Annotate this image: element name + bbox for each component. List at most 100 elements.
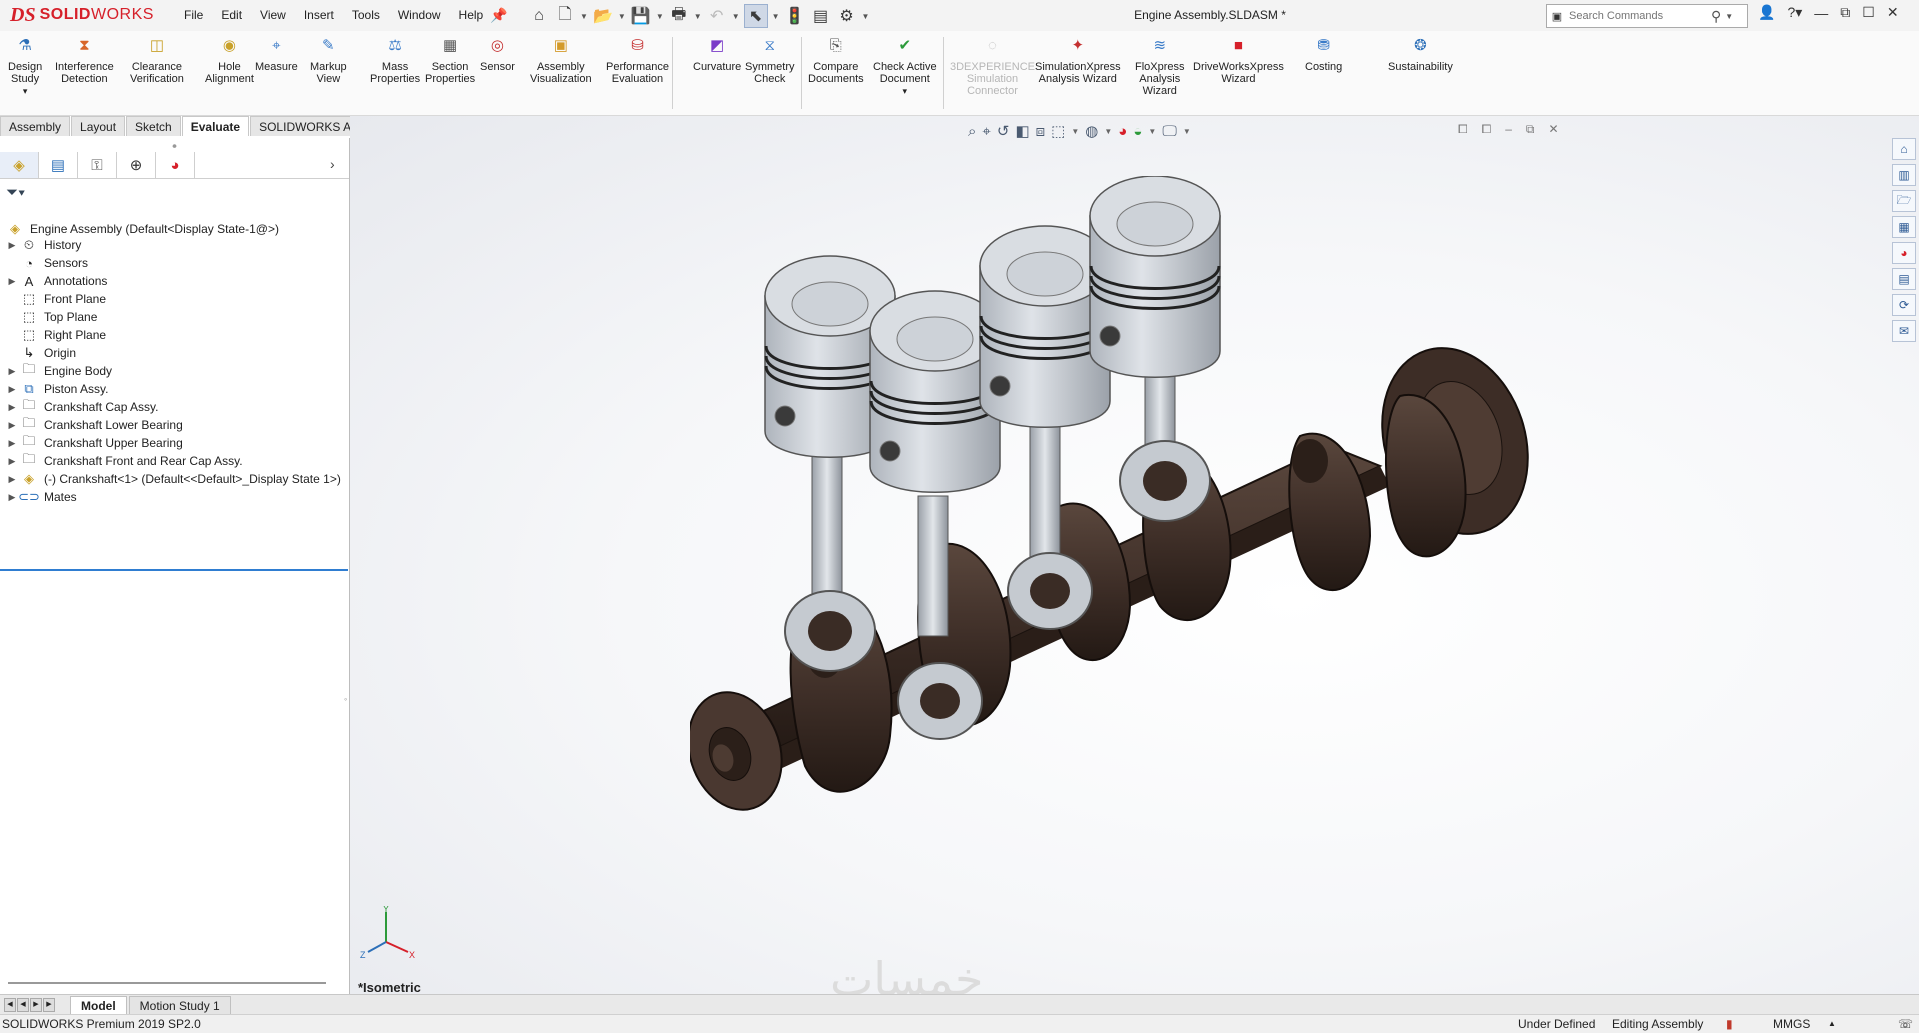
expand-arrow-icon[interactable]: ▶ — [6, 240, 18, 251]
zoom-to-fit-icon[interactable]: ⌕ — [968, 123, 976, 140]
quick-tips-icon[interactable]: ☏ — [1898, 1015, 1913, 1033]
tree-item[interactable]: ⬚ Right Plane — [6, 326, 106, 344]
driveworksxpress-button[interactable]: ■ DriveWorksXpress Wizard — [1193, 35, 1284, 85]
engine-assembly-model[interactable] — [690, 176, 1640, 896]
design-study-button[interactable]: ⚗ Design Study ▾ — [8, 35, 42, 97]
tree-scrollbar[interactable] — [8, 982, 326, 984]
zoom-to-area-icon[interactable]: ⌖ — [982, 123, 990, 140]
expand-arrow-icon[interactable]: ▶ — [6, 366, 18, 377]
simulationxpress-button[interactable]: ✦ SimulationXpress Analysis Wizard — [1035, 35, 1121, 85]
sustainability-button[interactable]: ❂ Sustainability — [1388, 35, 1453, 73]
view-settings-icon[interactable]: 🖵 — [1162, 123, 1176, 140]
expand-arrow-icon[interactable]: ▶ — [6, 474, 18, 485]
dimxpertmanager-icon[interactable]: ⊕ — [117, 152, 156, 178]
edit-appearance-icon[interactable]: ◒ — [1133, 123, 1142, 140]
expand-arrow-icon[interactable]: ▶ — [6, 420, 18, 431]
measure-button[interactable]: ⌖ Measure — [255, 35, 298, 73]
panel-resize-handle[interactable]: ◦ — [344, 694, 347, 704]
expand-panel-icon[interactable]: ⧠ — [1482, 122, 1492, 137]
expand-arrow-icon[interactable]: ▶ — [6, 438, 18, 449]
tab-sketch[interactable]: Sketch — [126, 116, 181, 136]
print-icon[interactable]: 🖶 — [668, 5, 690, 27]
expand-arrow-icon[interactable]: ▶ — [6, 384, 18, 395]
tree-item[interactable]: ▶ A Annotations — [6, 272, 108, 290]
select-caret-icon[interactable]: ▼ — [772, 12, 780, 21]
configurationmanager-icon[interactable]: ⚿ — [78, 152, 117, 178]
view-settings-caret-icon[interactable]: ▼ — [1183, 127, 1191, 136]
tab-layout[interactable]: Layout — [71, 116, 126, 136]
viewport-minimize-icon[interactable]: – — [1505, 122, 1512, 137]
options-caret-icon[interactable]: ▼ — [862, 12, 870, 21]
menu-tools[interactable]: Tools — [343, 0, 389, 31]
dropdown-caret-icon[interactable]: ▾ — [23, 85, 28, 97]
tree-item[interactable]: ↳ Origin — [6, 344, 76, 362]
design-library-icon[interactable]: ▥ — [1892, 164, 1916, 186]
tab-motion-study-1[interactable]: Motion Study 1 — [128, 996, 231, 1016]
view-palette-icon[interactable]: ▦ — [1892, 216, 1916, 238]
save-icon[interactable]: 💾 — [630, 5, 652, 27]
tree-item[interactable]: ▶ ◈ (-) Crankshaft<1> (Default<<Default>_D… — [6, 470, 341, 488]
scroll-prev-icon[interactable]: ◀ — [17, 998, 29, 1012]
file-properties-icon[interactable]: ▤ — [810, 5, 832, 27]
tree-item[interactable]: ▶ 🗀 Crankshaft Front and Rear Cap Assy. — [6, 451, 243, 470]
resources-icon[interactable]: ⟳ — [1892, 294, 1916, 316]
tree-item[interactable]: ▶ ⏲ History — [6, 236, 82, 254]
expand-arrow-icon[interactable]: ▶ — [6, 456, 18, 467]
rebuild-icon[interactable]: 🚦 — [784, 5, 806, 27]
display-style-caret-icon[interactable]: ▼ — [1104, 127, 1112, 136]
custom-properties-icon[interactable]: ▤ — [1892, 268, 1916, 290]
tab-assembly[interactable]: Assembly — [0, 116, 71, 136]
piston-assembly-4[interactable] — [1089, 176, 1221, 522]
featuremanager-icon[interactable]: ◈ — [0, 152, 39, 178]
file-explorer-icon[interactable]: 🗁 — [1892, 190, 1916, 212]
tab-model[interactable]: Model — [70, 996, 127, 1016]
compare-documents-button[interactable]: ⎘ Compare Documents — [808, 35, 864, 85]
dropdown-caret-icon[interactable]: ▾ — [903, 85, 908, 97]
display-style-icon[interactable]: ◍ — [1085, 122, 1098, 140]
rollback-bar[interactable] — [0, 569, 348, 571]
new-document-caret-icon[interactable]: ▼ — [580, 12, 588, 21]
hide-show-items-icon[interactable]: ◕ — [1118, 123, 1127, 140]
appearances-icon[interactable]: ◕ — [1892, 242, 1916, 264]
markup-view-button[interactable]: ✎ Markup View — [310, 35, 347, 85]
view-orientation-caret-icon[interactable]: ▼ — [1071, 127, 1079, 136]
view-orientation-icon[interactable]: ⬚ — [1051, 122, 1065, 140]
performance-evaluation-button[interactable]: ⛁ Performance Evaluation — [606, 35, 669, 85]
home-icon[interactable]: ⌂ — [528, 5, 550, 27]
propertymanager-icon[interactable]: ▤ — [39, 152, 78, 178]
tree-item[interactable]: ▶ ⊂⊃ Mates — [6, 488, 77, 506]
units-selector[interactable]: MMGS — [1773, 1015, 1810, 1033]
undo-icon[interactable]: ↶ — [706, 5, 728, 27]
open-caret-icon[interactable]: ▼ — [618, 12, 626, 21]
user-icon[interactable]: 👤 — [1758, 4, 1775, 21]
forum-icon[interactable]: ✉ — [1892, 320, 1916, 342]
pin-menu-icon[interactable]: 📌 — [490, 7, 507, 24]
sensor-button[interactable]: ◎ Sensor — [480, 35, 515, 73]
symmetry-check-button[interactable]: ⧖ Symmetry Check — [745, 35, 795, 85]
graphics-area[interactable]: ⌕ ⌖ ↺ ◧ ⧈ ⬚ ▼ ◍ ▼ ◕ ◒ ▼ 🖵 ▼ ⧠ ⧠ – ⧉ ✕ ⌂ ▥ 🗁 … — [350, 116, 1919, 994]
section-view-icon[interactable]: ◧ — [1015, 122, 1029, 140]
tree-item[interactable]: ⬚ Top Plane — [6, 308, 98, 326]
new-document-icon[interactable]: 🗋 — [554, 5, 576, 27]
restore-icon[interactable]: ⧉ — [1840, 4, 1850, 21]
menu-help[interactable]: Help — [450, 0, 493, 31]
tree-item[interactable]: ▶ 🗀 Engine Body — [6, 361, 113, 380]
viewport-restore-icon[interactable]: ⧉ — [1526, 122, 1535, 137]
help-icon[interactable]: ?▾ — [1787, 4, 1802, 21]
section-properties-button[interactable]: ▦ Section Properties — [425, 35, 475, 85]
menu-file[interactable]: File — [175, 0, 212, 31]
mass-properties-button[interactable]: ⚖ Mass Properties — [370, 35, 420, 85]
scroll-next-icon[interactable]: ▶ — [30, 998, 42, 1012]
interference-detection-button[interactable]: ⧗ Interference Detection — [55, 35, 114, 85]
solidworks-logo[interactable]: DS SOLIDWORKS — [10, 2, 155, 28]
minimize-icon[interactable]: — — [1814, 5, 1828, 21]
undo-caret-icon[interactable]: ▼ — [732, 12, 740, 21]
dynamic-annotation-icon[interactable]: ⧈ — [1036, 123, 1046, 140]
save-caret-icon[interactable]: ▼ — [656, 12, 664, 21]
home-pane-icon[interactable]: ⌂ — [1892, 138, 1916, 160]
search-icon[interactable]: ⚲ — [1711, 8, 1721, 25]
scroll-last-icon[interactable]: ▶ — [43, 998, 55, 1012]
search-caret-icon[interactable]: ▼ — [1725, 12, 1733, 21]
tree-item[interactable]: ⬚ Front Plane — [6, 290, 106, 308]
menu-view[interactable]: View — [251, 0, 295, 31]
